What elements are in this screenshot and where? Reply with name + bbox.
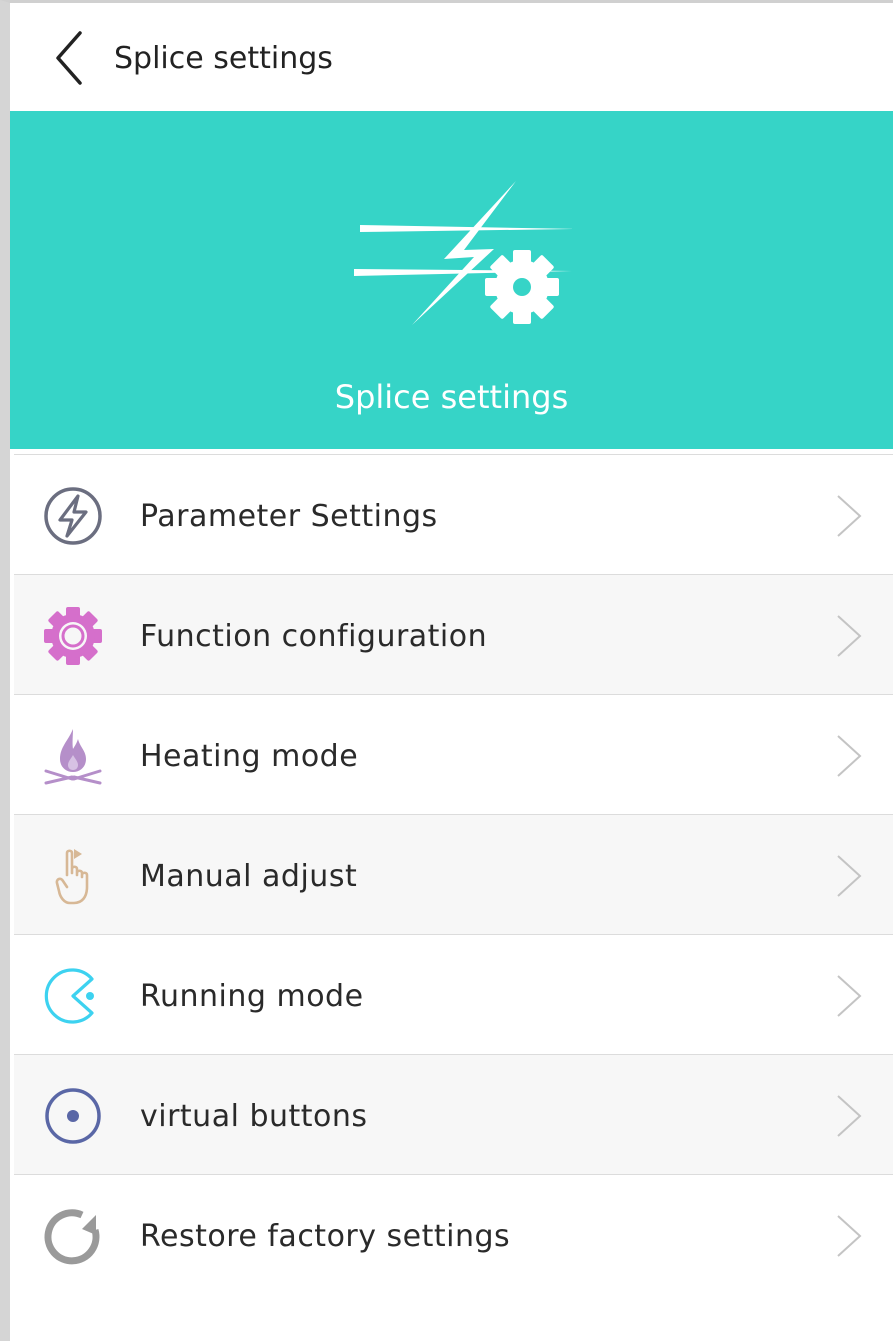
menu-item-parameter-settings[interactable]: Parameter Settings [14,454,893,574]
settings-menu: Parameter Settings Function configuratio… [14,454,893,1294]
back-chevron-icon [56,31,82,85]
radio-dot-icon [45,1088,101,1144]
chevron-right-icon [837,615,862,657]
menu-item-running-mode[interactable]: Running mode [14,934,893,1054]
menu-item-label: Manual adjust [140,859,358,894]
flame-icon [44,729,102,785]
menu-item-label: Function configuration [140,619,488,654]
menu-item-function-configuration[interactable]: Function configuration [14,574,893,694]
menu-item-label: Parameter Settings [140,499,438,534]
chevron-right-icon [837,735,862,777]
chevron-right-icon [837,1095,862,1137]
chevron-right-icon [837,975,862,1017]
pacman-icon [44,968,94,1024]
page-title: Splice settings [114,41,333,76]
lightning-circle-icon [44,487,102,545]
menu-item-restore-factory-settings[interactable]: Restore factory settings [14,1174,893,1294]
chevron-right-icon [837,855,862,897]
hand-pointer-icon [55,849,89,905]
chevron-right-icon [837,1215,862,1257]
menu-item-manual-adjust[interactable]: Manual adjust [14,814,893,934]
lightning-gear-icon [354,181,572,325]
gear-icon [44,607,102,665]
menu-item-virtual-buttons[interactable]: virtual buttons [14,1054,893,1174]
menu-item-label: virtual buttons [140,1099,368,1134]
refresh-icon [44,1209,100,1265]
banner: Splice settings [10,111,893,449]
menu-item-label: Restore factory settings [140,1219,511,1254]
back-button[interactable] [44,27,94,89]
banner-title: Splice settings [334,378,569,416]
menu-item-label: Running mode [140,979,364,1014]
top-bar: Splice settings [10,3,893,111]
chevron-right-icon [837,495,862,537]
menu-item-label: Heating mode [140,739,359,774]
menu-item-heating-mode[interactable]: Heating mode [14,694,893,814]
